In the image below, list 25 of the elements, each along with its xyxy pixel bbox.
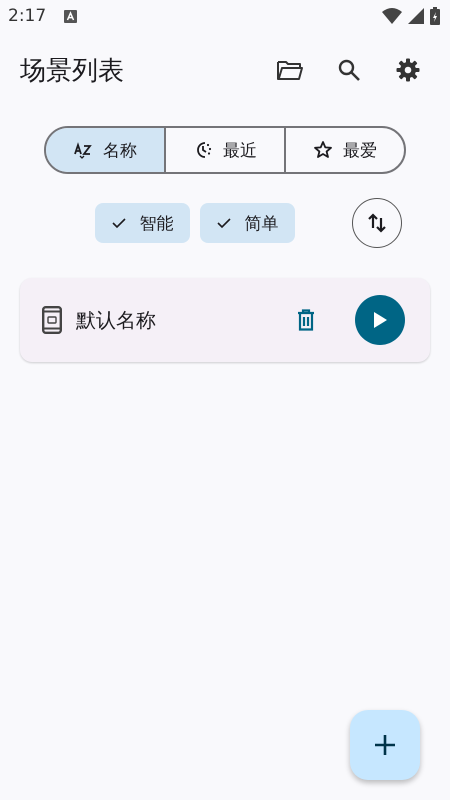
status-time: 2:17	[8, 6, 46, 26]
sort-tab[interactable]: 最近	[164, 128, 284, 172]
add-button[interactable]	[350, 710, 420, 780]
star-icon	[313, 140, 333, 160]
sort-tab[interactable]: 名称	[46, 128, 164, 172]
check-icon	[112, 217, 126, 229]
plus-icon	[374, 734, 396, 756]
phone-icon	[42, 306, 62, 334]
filter-chip[interactable]: 智能	[95, 203, 190, 243]
sort-tab[interactable]: 最爱	[284, 128, 404, 172]
battery-icon	[430, 7, 440, 25]
screen-title: 场景列表	[20, 54, 125, 88]
scene-card[interactable]: 默认名称	[20, 278, 430, 362]
sort-az-icon	[73, 140, 93, 160]
play-icon	[373, 312, 387, 328]
delete-icon[interactable]	[297, 309, 315, 331]
signal-icon	[408, 8, 424, 24]
play-button[interactable]	[355, 295, 405, 345]
keyboard-notification-icon	[64, 10, 78, 22]
wifi-icon	[382, 8, 402, 24]
swap-vertical-icon	[367, 212, 387, 234]
scene-name: 默认名称	[76, 306, 157, 334]
filter-chip[interactable]: 简单	[200, 203, 295, 243]
check-icon	[216, 217, 230, 229]
sort-order-button[interactable]	[352, 198, 402, 248]
